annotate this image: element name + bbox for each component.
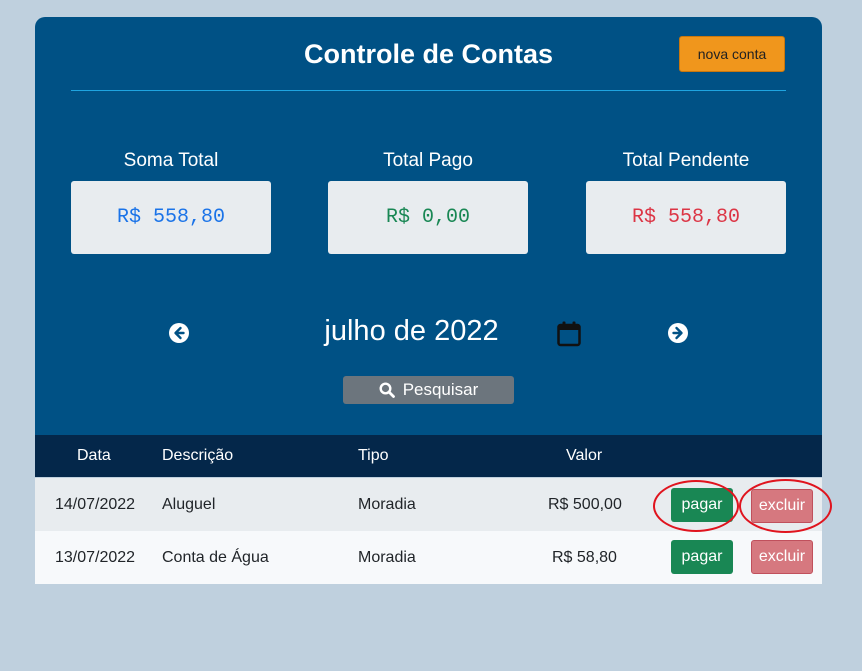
- summary-pending-value: R$ 558,80: [586, 181, 786, 254]
- accounts-table: Data Descrição Tipo Valor 14/07/2022 Alu…: [35, 435, 822, 584]
- summary-pending-label: Total Pendente: [622, 150, 750, 171]
- search-button[interactable]: Pesquisar: [343, 376, 514, 404]
- row-date: 13/07/2022: [55, 548, 136, 566]
- search-icon: [379, 382, 395, 398]
- table-row: 14/07/2022 Aluguel Moradia R$ 500,00 pag…: [35, 478, 822, 531]
- arrow-right-circle-icon[interactable]: [668, 323, 688, 343]
- header-type: Tipo: [358, 447, 389, 464]
- summary-paid-label: Total Pago: [383, 150, 473, 171]
- row-description: Aluguel: [162, 495, 216, 513]
- summary-pending: Total Pendente R$ 558,80: [586, 150, 786, 254]
- summary-total: Soma Total R$ 558,80: [71, 150, 271, 254]
- table-row: 13/07/2022 Conta de Água Moradia R$ 58,8…: [35, 531, 822, 584]
- header-date: Data: [77, 447, 111, 464]
- calendar-icon[interactable]: [557, 321, 581, 347]
- new-account-button[interactable]: nova conta: [679, 36, 785, 72]
- row-value: R$ 500,00: [548, 495, 622, 513]
- pay-button[interactable]: pagar: [671, 540, 733, 574]
- row-type: Moradia: [358, 548, 416, 566]
- row-type: Moradia: [358, 495, 416, 513]
- delete-button[interactable]: excluir: [751, 489, 813, 523]
- month-label: julho de 2022: [324, 315, 499, 347]
- summary-total-value: R$ 558,80: [71, 181, 271, 254]
- arrow-left-circle-icon[interactable]: [169, 323, 189, 343]
- table-header: Data Descrição Tipo Valor: [35, 435, 822, 477]
- summary-paid-value: R$ 0,00: [328, 181, 528, 254]
- row-value: R$ 58,80: [552, 548, 617, 566]
- summary-paid: Total Pago R$ 0,00: [328, 150, 528, 254]
- header-value: Valor: [566, 447, 603, 464]
- row-date: 14/07/2022: [55, 495, 136, 513]
- summary-total-label: Soma Total: [123, 150, 219, 171]
- header-description: Descrição: [162, 447, 234, 464]
- header-divider: [71, 90, 786, 91]
- main-card: Controle de Contas nova conta Soma Total…: [35, 17, 822, 435]
- pay-button[interactable]: pagar: [671, 488, 733, 522]
- search-button-label: Pesquisar: [402, 380, 479, 399]
- delete-button[interactable]: excluir: [751, 540, 813, 574]
- row-description: Conta de Água: [162, 548, 269, 566]
